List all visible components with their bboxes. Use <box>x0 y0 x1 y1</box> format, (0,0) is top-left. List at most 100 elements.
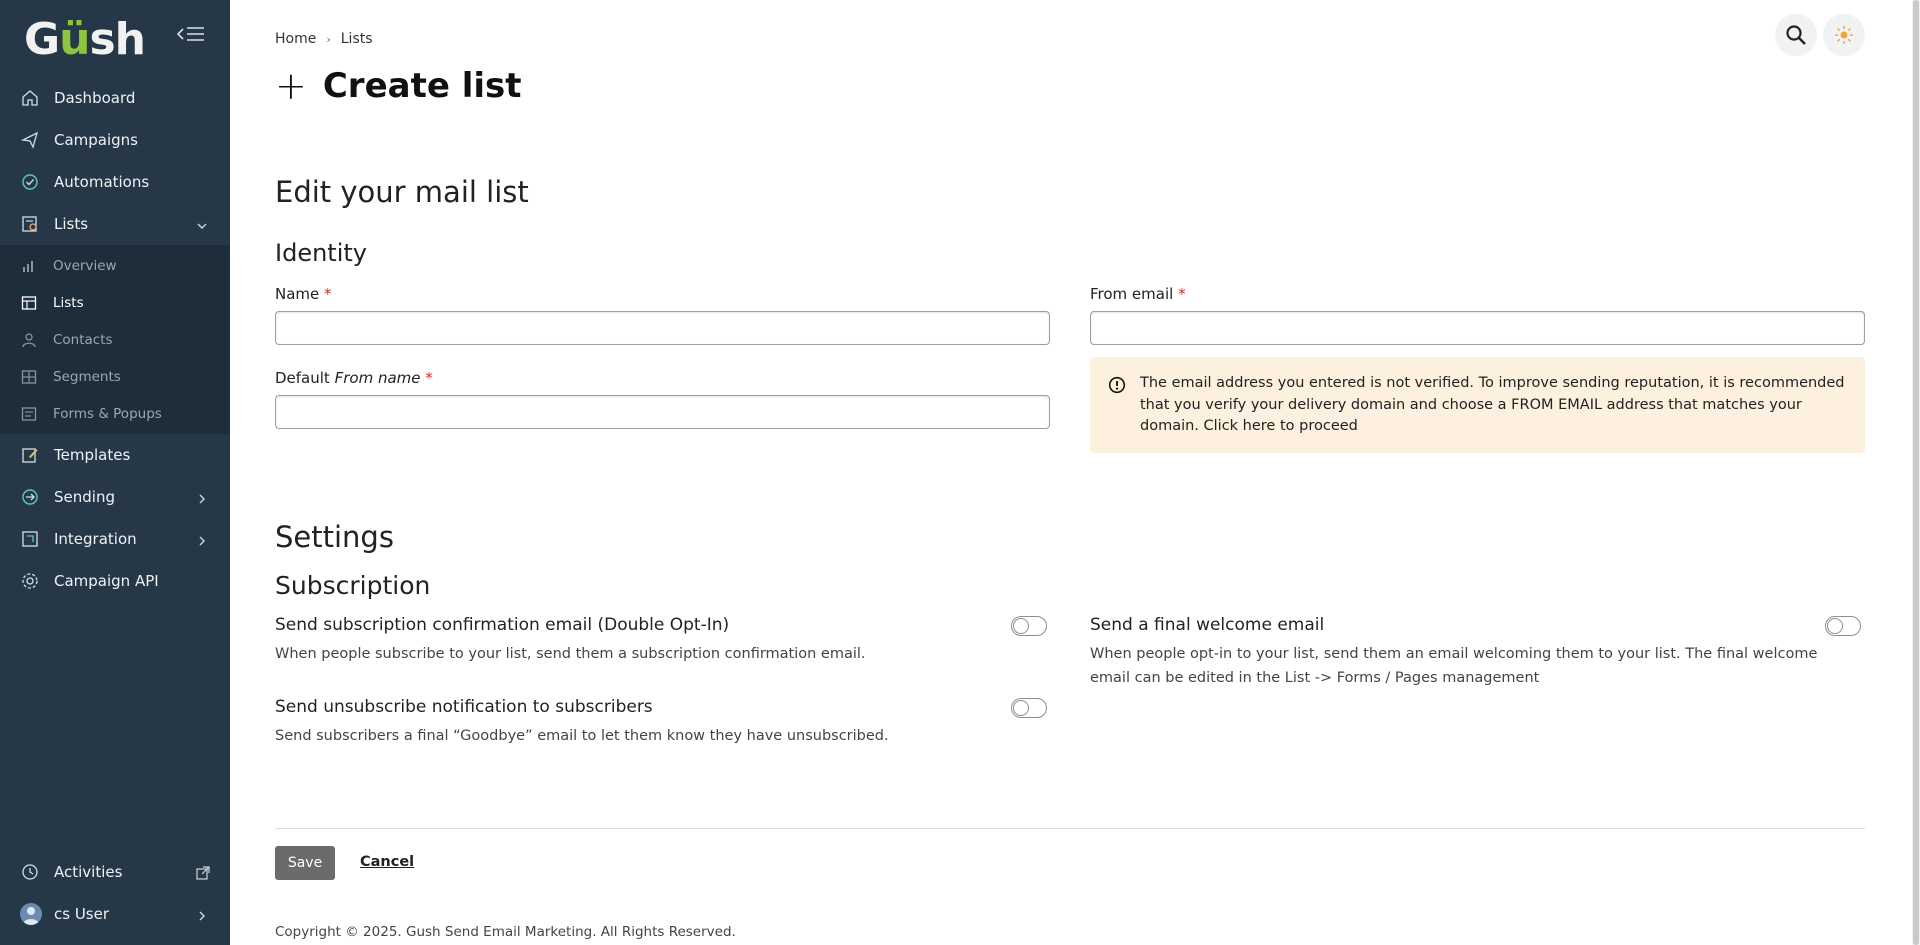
api-icon <box>20 571 40 591</box>
name-input[interactable] <box>275 311 1050 345</box>
sidebar-subitem-label: Overview <box>53 257 117 274</box>
sidebar-subitem-overview[interactable]: Overview <box>0 247 230 284</box>
alert-circle-icon <box>1108 376 1126 402</box>
avatar <box>20 903 42 925</box>
sidebar-item-label: Campaigns <box>54 131 139 149</box>
page-title: + Create list <box>275 64 522 108</box>
sidebar-subitem-label: Segments <box>53 368 121 385</box>
sidebar-item-label: Templates <box>54 446 131 464</box>
segment-icon <box>20 368 38 386</box>
home-icon <box>20 88 40 108</box>
search-button[interactable] <box>1775 14 1817 56</box>
from-name-input[interactable] <box>275 395 1050 429</box>
integration-icon <box>20 529 40 549</box>
sidebar-item-lists[interactable]: Lists <box>0 203 230 245</box>
sidebar-item-campaigns[interactable]: Campaigns <box>0 119 230 161</box>
unverified-email-alert[interactable]: The email address you entered is not ver… <box>1090 357 1865 453</box>
subscription-heading: Subscription <box>275 571 431 600</box>
sidebar-subitem-lists[interactable]: Lists <box>0 284 230 321</box>
breadcrumb-home[interactable]: Home <box>275 31 316 47</box>
from-email-input[interactable] <box>1090 311 1865 345</box>
sidebar-item-automations[interactable]: Automations <box>0 161 230 203</box>
required-mark: * <box>425 369 433 387</box>
from-email-label: From email * <box>1090 285 1186 303</box>
required-mark: * <box>324 285 332 303</box>
sun-icon <box>1835 26 1853 44</box>
double-optin-toggle[interactable] <box>1011 616 1047 636</box>
chevron-right-icon <box>196 908 208 921</box>
unsubscribe-notify-toggle[interactable] <box>1011 698 1047 718</box>
sidebar-item-campaign-api[interactable]: Campaign API <box>0 560 230 602</box>
external-link-icon <box>196 866 210 880</box>
sidebar-item-label: Automations <box>54 173 150 191</box>
user-icon <box>20 331 38 349</box>
toggle-knob <box>1013 700 1029 716</box>
sidebar-subitem-segments[interactable]: Segments <box>0 358 230 395</box>
sidebar-subitem-contacts[interactable]: Contacts <box>0 321 230 358</box>
chevron-right-icon <box>196 491 208 504</box>
identity-heading: Identity <box>275 239 367 267</box>
send-icon <box>20 130 40 150</box>
sidebar-subitem-label: Contacts <box>53 331 113 348</box>
welcome-email-desc-line2: email can be edited in the List -> Forms… <box>1090 670 1540 686</box>
name-label: Name * <box>275 285 332 303</box>
sidebar-subitem-forms-popups[interactable]: Forms & Popups <box>0 395 230 432</box>
sidebar-item-label: Campaign API <box>54 572 159 590</box>
footer-copyright: Copyright © 2025. Gush Send Email Market… <box>275 924 736 940</box>
sidebar-item-templates[interactable]: Templates <box>0 434 230 476</box>
double-optin-title: Send subscription confirmation email (Do… <box>275 615 730 635</box>
table-icon <box>20 294 38 312</box>
search-icon <box>1786 25 1806 45</box>
welcome-email-title: Send a final welcome email <box>1090 615 1325 635</box>
sidebar-item-label: Activities <box>54 863 123 881</box>
sidebar-item-activities[interactable]: Activities <box>0 851 230 893</box>
edit-icon <box>20 445 40 465</box>
form-divider <box>275 828 1865 829</box>
sending-icon <box>20 487 40 507</box>
toggle-knob <box>1013 618 1029 634</box>
page-title-text: Create list <box>322 66 522 106</box>
automation-icon <box>20 172 40 192</box>
collapse-sidebar-icon[interactable] <box>176 22 206 46</box>
breadcrumb-separator-icon: › <box>326 32 331 46</box>
sidebar-item-integration[interactable]: Integration <box>0 518 230 560</box>
alert-text: The email address you entered is not ver… <box>1140 375 1845 434</box>
sidebar-item-user[interactable]: cs User <box>0 893 230 935</box>
required-mark: * <box>1178 285 1186 303</box>
breadcrumb: Home › Lists <box>275 31 373 47</box>
page-scrollbar[interactable] <box>1912 0 1920 945</box>
sidebar-item-label: Integration <box>54 530 137 548</box>
chart-icon <box>20 257 38 275</box>
top-actions <box>1775 14 1865 56</box>
sidebar-item-label: Lists <box>54 215 89 233</box>
theme-toggle-button[interactable] <box>1823 14 1865 56</box>
unsubscribe-notify-title: Send unsubscribe notification to subscri… <box>275 697 653 717</box>
form-icon <box>20 405 38 423</box>
welcome-email-toggle[interactable] <box>1825 616 1861 636</box>
unsubscribe-notify-desc: Send subscribers a final “Goodbye” email… <box>275 728 889 744</box>
double-optin-desc: When people subscribe to your list, send… <box>275 646 866 662</box>
sidebar-nav: Dashboard Campaigns Automations Lists Ov… <box>0 77 230 602</box>
cancel-link[interactable]: Cancel <box>360 854 414 870</box>
chevron-right-icon <box>196 533 208 546</box>
settings-heading: Settings <box>275 520 394 554</box>
scrollbar-thumb[interactable] <box>1913 0 1919 945</box>
sidebar: Güsh Dashboard Campaigns Automations Lis… <box>0 0 230 945</box>
main-content: Home › Lists + Create list Edit your mai… <box>275 0 1865 945</box>
lists-icon <box>20 214 40 234</box>
sidebar-item-label: Dashboard <box>54 89 136 107</box>
user-name: cs User <box>54 905 110 923</box>
plus-icon: + <box>275 64 307 108</box>
history-icon <box>20 862 40 882</box>
sidebar-item-dashboard[interactable]: Dashboard <box>0 77 230 119</box>
breadcrumb-lists[interactable]: Lists <box>341 31 373 47</box>
save-button[interactable]: Save <box>275 846 335 880</box>
gush-logo[interactable]: Güsh <box>24 14 146 65</box>
lists-submenu: Overview Lists Contacts Segments Forms &… <box>0 245 230 434</box>
sidebar-item-sending[interactable]: Sending <box>0 476 230 518</box>
sidebar-item-label: Sending <box>54 488 115 506</box>
from-name-label: Default From name * <box>275 369 433 387</box>
section-heading-edit: Edit your mail list <box>275 175 529 209</box>
welcome-email-desc-line1: When people opt-in to your list, send th… <box>1090 646 1818 662</box>
sidebar-subitem-label: Lists <box>53 294 84 311</box>
